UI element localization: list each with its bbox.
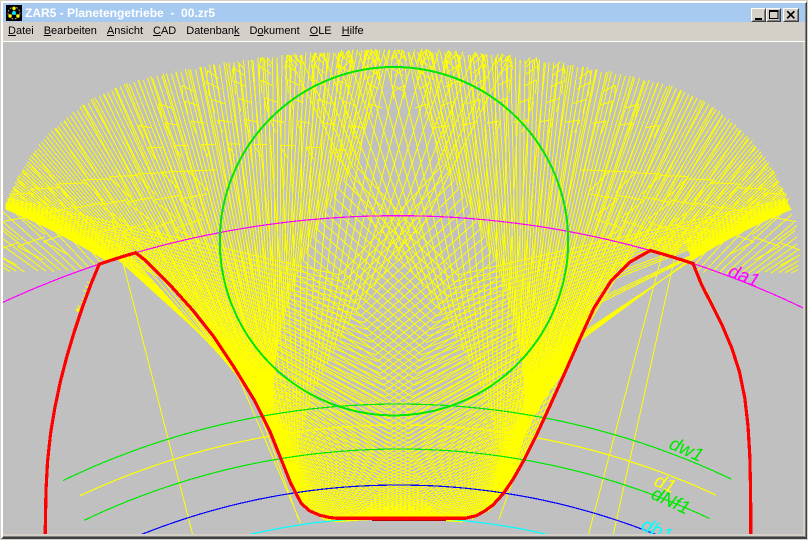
svg-text:dNf1: dNf1	[648, 483, 693, 519]
svg-text:dw1: dw1	[666, 433, 706, 466]
svg-text:db1: db1	[638, 514, 676, 534]
